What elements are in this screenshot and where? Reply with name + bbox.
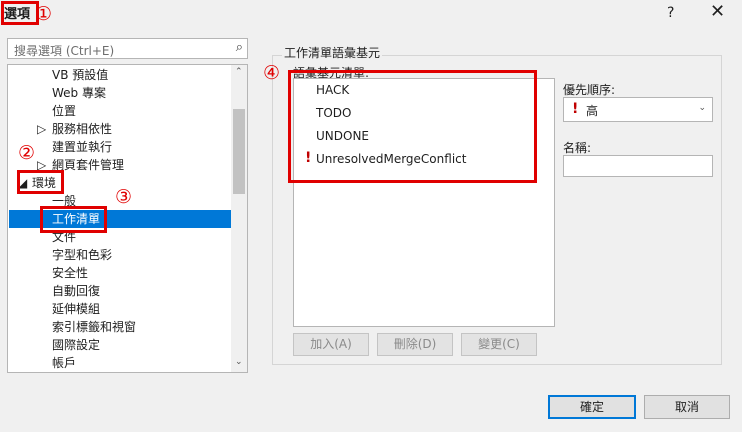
chevron-down-icon: ⌄ [698,103,706,113]
tree-item-extensions[interactable]: 延伸模組 [52,300,100,318]
close-button[interactable]: ✕ [710,1,725,22]
annotation-marker-2: ② [18,142,36,164]
name-input[interactable] [563,155,713,177]
tree-item-locations[interactable]: 位置 [52,102,76,120]
annotation-box-task-list [40,206,107,233]
expand-arrow-icon[interactable]: ▷ [37,120,46,138]
high-priority-icon: ! [572,101,579,117]
scroll-down-icon[interactable]: ⌄ [235,357,243,367]
tree-item-build-and-run[interactable]: 建置並執行 [52,138,112,156]
cancel-button[interactable]: 取消 [644,395,730,419]
scroll-thumb[interactable] [233,109,245,194]
annotation-box-environment [17,170,64,194]
annotation-marker-3: ③ [115,186,133,208]
change-button[interactable]: 變更(C) [461,333,537,356]
priority-select[interactable]: ! 高 ⌄ [563,97,713,122]
annotation-marker-4: ④ [263,62,281,84]
ok-button[interactable]: 確定 [548,395,636,419]
tree-item-tabs-and-windows[interactable]: 索引標籤和視窗 [52,318,136,336]
tree-item-international-settings[interactable]: 國際設定 [52,336,100,354]
search-placeholder: 搜尋選項 (Ctrl+E) [14,44,115,58]
tree-item-vb-defaults[interactable]: VB 預設值 [52,66,108,84]
tree-item-accounts[interactable]: 帳戶 [52,354,76,372]
tree-item-security[interactable]: 安全性 [52,264,88,282]
search-icon: ⌕ [235,40,243,55]
scroll-up-icon[interactable]: ⌃ [235,67,243,77]
tree-item-service-dependencies[interactable]: 服務相依性 [52,120,112,138]
priority-label: 優先順序: [563,83,616,97]
add-button[interactable]: 加入(A) [293,333,369,356]
tree-item-fonts-and-colors[interactable]: 字型和色彩 [52,246,112,264]
tree-item-autorecover[interactable]: 自動回復 [52,282,100,300]
delete-button[interactable]: 刪除(D) [377,333,453,356]
help-button[interactable]: ? [667,5,674,21]
group-title: 工作清單語彙基元 [282,44,383,61]
annotation-box-token-list [288,70,537,183]
name-label: 名稱: [563,141,592,155]
search-input[interactable]: 搜尋選項 (Ctrl+E) ⌕ [7,38,248,59]
tree-item-web-projects[interactable]: Web 專案 [52,84,106,102]
priority-value: 高 [586,104,599,118]
annotation-marker-1: ① [35,3,53,25]
annotation-box-title [1,1,39,25]
tree-scrollbar[interactable]: ⌃ ⌄ [231,65,247,372]
